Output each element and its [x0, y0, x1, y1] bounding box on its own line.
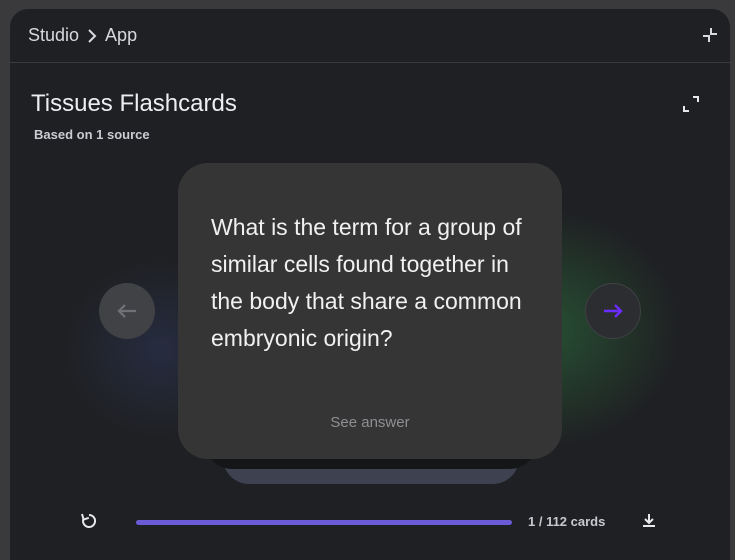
- arrow-right-icon: [604, 304, 623, 318]
- page-title: Tissues Flashcards: [31, 90, 237, 117]
- flashcard[interactable]: What is the term for a group of similar …: [178, 163, 562, 459]
- chevron-right-icon: [88, 28, 97, 43]
- collapse-icon[interactable]: [702, 27, 718, 43]
- breadcrumb: Studio App: [28, 25, 137, 46]
- breadcrumb-root[interactable]: Studio: [28, 25, 79, 46]
- top-bar: Studio App: [10, 9, 730, 63]
- source-count: Based on 1 source: [34, 127, 150, 142]
- card-count: 1 / 112 cards: [528, 514, 606, 529]
- see-answer-button[interactable]: See answer: [178, 414, 562, 431]
- card-question: What is the term for a group of similar …: [211, 214, 522, 351]
- previous-card-button[interactable]: [99, 283, 155, 339]
- expand-icon[interactable]: [682, 95, 700, 113]
- reset-icon[interactable]: [80, 512, 98, 530]
- arrow-left-icon: [117, 304, 136, 318]
- flashcards-panel: Studio App Tissues Flashcards Based on 1…: [10, 9, 730, 560]
- progress-fill: [136, 520, 512, 525]
- progress-track[interactable]: [136, 520, 512, 525]
- breadcrumb-current: App: [105, 25, 138, 45]
- download-icon[interactable]: [640, 512, 658, 530]
- next-card-button[interactable]: [585, 283, 641, 339]
